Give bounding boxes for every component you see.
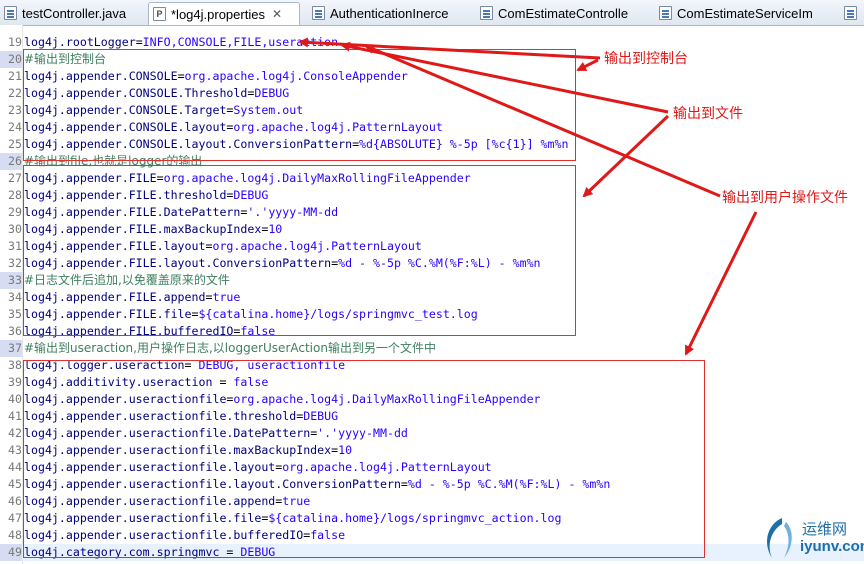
tab-label: ComEstimateControlle — [498, 5, 629, 21]
watermark-url: iyunv.com — [800, 538, 864, 555]
line-number: 26 — [0, 153, 22, 170]
java-file-icon — [4, 6, 17, 20]
line-number: 22 — [8, 86, 22, 100]
line-number: 37 — [0, 340, 22, 357]
annotation-console: 输出到控制台 — [604, 51, 688, 67]
tab-comestimatecontroller[interactable]: ComEstimateControlle — [476, 2, 652, 24]
line-number: 20 — [0, 51, 22, 68]
tab-label: AuthenticationInerce — [330, 5, 449, 21]
tab-testcontroller[interactable]: testController.java — [0, 2, 146, 24]
line-number: 44 — [8, 460, 22, 474]
property-value: INFO,CONSOLE,FILE,useraction — [142, 35, 339, 49]
comment-text: #输出到useraction,用户操作日志,以loggerUserAction输… — [24, 341, 436, 355]
line-number: 39 — [8, 375, 22, 389]
line-number: 38 — [8, 358, 22, 372]
line-number: 28 — [8, 188, 22, 202]
java-file-icon — [312, 6, 325, 20]
line-number: 41 — [8, 409, 22, 423]
line-number: 34 — [8, 290, 22, 304]
line-number: 30 — [8, 222, 22, 236]
line-number: 21 — [8, 69, 22, 83]
tab-overflow[interactable] — [840, 2, 864, 24]
editor-tab-bar: testController.java P *log4j.properties … — [0, 0, 864, 26]
useraction-section-box — [23, 360, 705, 558]
tab-authentication[interactable]: AuthenticationInerce — [308, 2, 472, 24]
equals-sign: = — [135, 35, 143, 49]
java-file-icon — [844, 6, 857, 20]
line-number: 27 — [8, 171, 22, 185]
annotation-useraction: 输出到用户操作文件 — [722, 190, 848, 206]
tab-label: testController.java — [22, 5, 127, 21]
tab-comestimateserviceimpl[interactable]: ComEstimateServiceIm — [655, 2, 837, 24]
close-icon[interactable]: ✕ — [272, 7, 282, 21]
console-section-box — [23, 49, 576, 161]
property-key: log4j.rootLogger — [24, 35, 136, 49]
line-number: 47 — [8, 511, 22, 525]
tab-label: *log4j.properties — [171, 6, 265, 22]
line-number: 46 — [8, 494, 22, 508]
code-line[interactable]: 37 #输出到useraction,用户操作日志,以loggerUserActio… — [0, 340, 864, 357]
line-number: 25 — [8, 137, 22, 151]
watermark-logo-icon — [767, 518, 792, 558]
line-number: 24 — [8, 120, 22, 134]
line-content: #输出到useraction,用户操作日志,以loggerUserAction输… — [24, 340, 436, 357]
line-number: 40 — [8, 392, 22, 406]
line-number: 19 — [8, 35, 22, 49]
line-number: 23 — [8, 103, 22, 117]
properties-file-icon: P — [153, 7, 166, 21]
line-number: 42 — [8, 426, 22, 440]
line-number: 43 — [8, 443, 22, 457]
watermark-cn: 运维网 — [802, 520, 848, 538]
line-number: 31 — [8, 239, 22, 253]
line-number: 29 — [8, 205, 22, 219]
watermark: 运维网 iyunv.com — [760, 512, 864, 564]
line-number: 32 — [8, 256, 22, 270]
tab-label: ComEstimateServiceIm — [677, 5, 813, 21]
line-number: 33 — [0, 272, 22, 289]
annotation-file: 输出到文件 — [673, 106, 743, 122]
file-section-box — [23, 165, 576, 336]
line-number: 48 — [8, 528, 22, 542]
java-file-icon — [480, 6, 493, 20]
line-number: 35 — [8, 307, 22, 321]
line-number: 49 — [0, 544, 22, 561]
line-number: 36 — [8, 324, 22, 338]
java-file-icon — [659, 6, 672, 20]
tab-log4j-properties[interactable]: P *log4j.properties ✕ — [148, 2, 300, 25]
line-number: 45 — [8, 477, 22, 491]
